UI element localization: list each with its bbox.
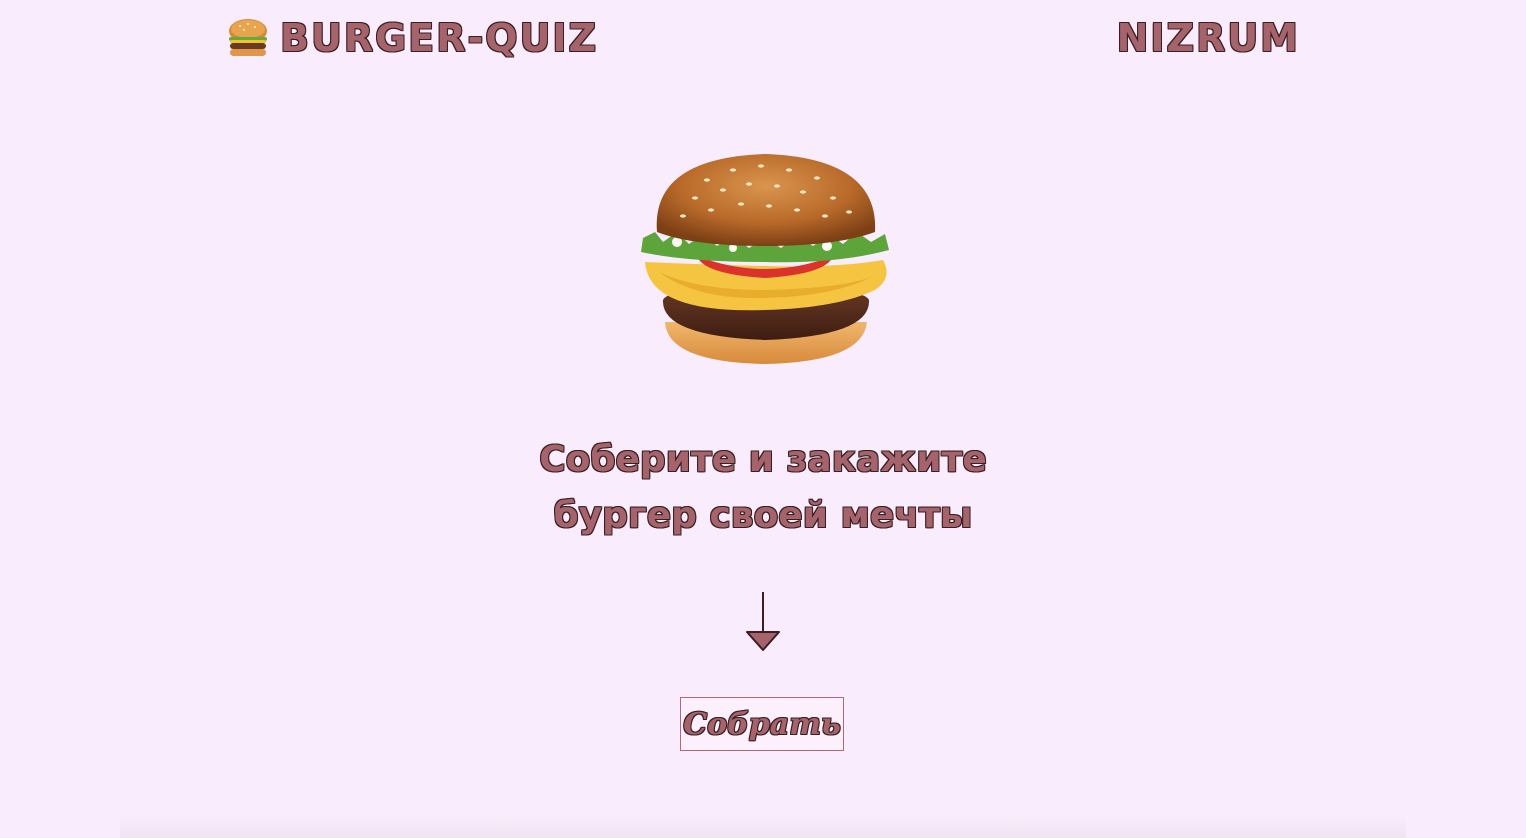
site-header: BURGER-QUIZ NIZRUM	[0, 14, 1526, 64]
logo-link[interactable]: BURGER-QUIZ	[226, 14, 598, 62]
burger-image	[641, 154, 889, 364]
bottom-shadow	[120, 816, 1406, 838]
headline-line-1: Соберите и закажите	[539, 439, 987, 480]
headline-line-2: бургер своей мечты	[553, 495, 973, 536]
arrow-down-icon	[746, 592, 780, 651]
hero-headline: Соберите и закажите бургер своей мечты	[0, 432, 1526, 544]
brand-name: NIZRUM	[1116, 16, 1300, 60]
logo-text: BURGER-QUIZ	[280, 16, 599, 60]
assemble-button[interactable]: Собрать	[680, 697, 844, 751]
burger-icon	[229, 19, 267, 56]
